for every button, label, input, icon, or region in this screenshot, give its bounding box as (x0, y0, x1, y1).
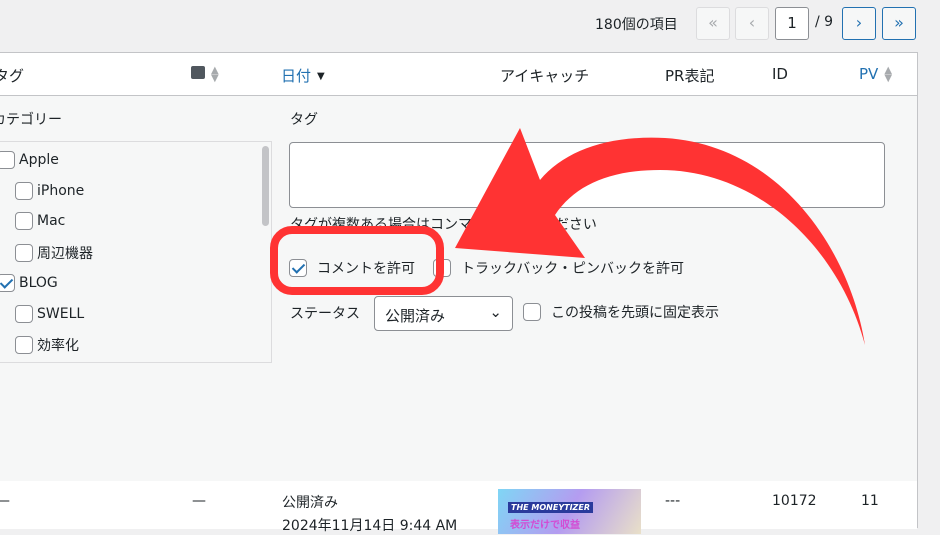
arrow-icon (455, 128, 865, 345)
annotation-overlay (270, 128, 865, 345)
highlight-box (270, 226, 444, 295)
